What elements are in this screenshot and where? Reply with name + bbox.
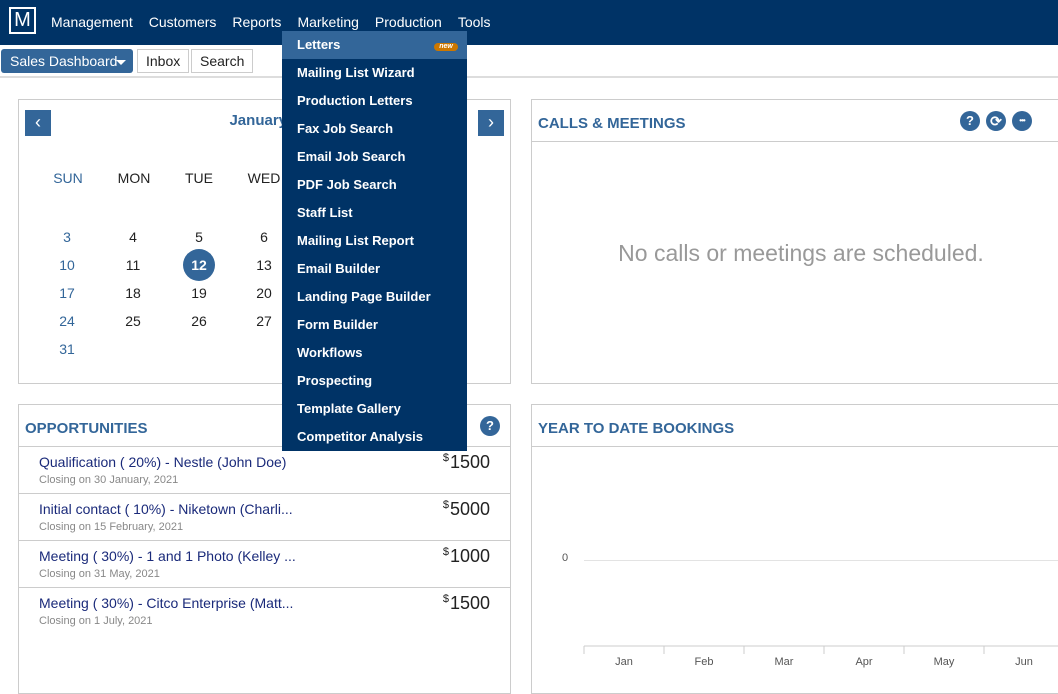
opportunity-closing: Closing on 31 May, 2021: [39, 568, 160, 580]
menu-item-workflows[interactable]: Workflows: [282, 339, 467, 367]
opportunity-closing: Closing on 30 January, 2021: [39, 474, 179, 486]
top-nav-bar: M Management Customers Reports Marketing…: [0, 0, 1058, 45]
nav-customers[interactable]: Customers: [149, 0, 217, 45]
menu-item-email-job-search[interactable]: Email Job Search: [282, 143, 467, 171]
new-badge: new: [434, 43, 458, 51]
opportunity-title[interactable]: Initial contact ( 10%) - Niketown (Charl…: [39, 501, 293, 517]
dow-mon: MON: [117, 170, 151, 186]
x-axis-tick-label: Jan: [615, 656, 633, 668]
search-button[interactable]: Search: [191, 49, 254, 73]
app-logo[interactable]: M: [9, 7, 36, 34]
opportunity-title[interactable]: Meeting ( 30%) - 1 and 1 Photo (Kelley .…: [39, 548, 296, 564]
menu-item-landing-page-builder[interactable]: Landing Page Builder: [282, 283, 467, 311]
opportunity-closing: Closing on 1 July, 2021: [39, 615, 153, 627]
calls-empty-message: No calls or meetings are scheduled.: [618, 240, 984, 266]
refresh-icon[interactable]: ⟳: [986, 111, 1006, 131]
opportunity-item[interactable]: Meeting ( 30%) - 1 and 1 Photo (Kelley .…: [19, 541, 510, 588]
x-axis-tick-label: Mar: [775, 656, 794, 668]
menu-item-staff-list[interactable]: Staff List: [282, 199, 467, 227]
menu-item-fax-job-search[interactable]: Fax Job Search: [282, 115, 467, 143]
amount-value: 5000: [449, 499, 490, 519]
menu-item-pdf-job-search[interactable]: PDF Job Search: [282, 171, 467, 199]
help-icon[interactable]: ?: [480, 416, 500, 436]
nav-management[interactable]: Management: [51, 0, 133, 45]
opportunity-closing: Closing on 15 February, 2021: [39, 521, 184, 533]
menu-item-competitor-analysis[interactable]: Competitor Analysis: [282, 423, 467, 451]
calendar-day[interactable]: 26: [183, 305, 215, 337]
menu-item-form-builder[interactable]: Form Builder: [282, 311, 467, 339]
opportunity-amount: $5000: [443, 499, 490, 520]
x-axis-tick-label: Apr: [855, 656, 872, 668]
dow-tue: TUE: [185, 170, 213, 186]
currency-symbol: $: [442, 499, 449, 511]
ytd-chart: Jan Feb Mar Apr May Jun: [583, 645, 1058, 668]
next-month-button[interactable]: ›: [478, 110, 504, 136]
amount-value: 1500: [449, 452, 490, 472]
currency-symbol: $: [442, 546, 449, 558]
calls-meetings-panel: CALLS & MEETINGS ? ⟳ ••• No calls or mee…: [531, 99, 1058, 384]
opportunities-title: OPPORTUNITIES: [25, 420, 148, 437]
opportunity-item[interactable]: Meeting ( 30%) - Citco Enterprise (Matt.…: [19, 588, 510, 635]
opportunity-title[interactable]: Qualification ( 20%) - Nestle (John Doe): [39, 454, 286, 470]
marketing-menu: Letters new Mailing List Wizard Producti…: [282, 31, 467, 451]
help-icon[interactable]: ?: [960, 111, 980, 131]
calendar-day[interactable]: 27: [248, 305, 280, 337]
calls-title: CALLS & MEETINGS: [538, 115, 686, 132]
currency-symbol: $: [442, 452, 449, 464]
x-axis-tick-label: Feb: [695, 656, 714, 668]
opportunity-title[interactable]: Meeting ( 30%) - Citco Enterprise (Matt.…: [39, 595, 293, 611]
nav-reports[interactable]: Reports: [232, 0, 281, 45]
inbox-button[interactable]: Inbox: [137, 49, 190, 73]
more-icon[interactable]: •••: [1012, 111, 1032, 131]
sales-dashboard-label: Sales Dashboard: [10, 53, 118, 69]
sales-dashboard-dropdown[interactable]: Sales Dashboard: [1, 49, 133, 73]
x-axis-tick-label: Jun: [1015, 656, 1033, 668]
menu-item-mailing-list-wizard[interactable]: Mailing List Wizard: [282, 59, 467, 87]
ytd-bookings-panel: YEAR TO DATE BOOKINGS 0 Jan Feb Mar Apr May J…: [531, 404, 1058, 694]
menu-item-mailing-list-report[interactable]: Mailing List Report: [282, 227, 467, 255]
tab-row: Sales Dashboard Inbox Search: [0, 45, 1058, 78]
menu-item-letters[interactable]: Letters new: [282, 31, 467, 59]
dow-sun: SUN: [53, 170, 83, 186]
opportunity-amount: $1000: [443, 546, 490, 567]
menu-item-production-letters[interactable]: Production Letters: [282, 87, 467, 115]
menu-item-prospecting[interactable]: Prospecting: [282, 367, 467, 395]
caret-down-icon: [116, 60, 126, 65]
amount-value: 1000: [449, 546, 490, 566]
menu-item-email-builder[interactable]: Email Builder: [282, 255, 467, 283]
opportunity-amount: $1500: [443, 452, 490, 473]
currency-symbol: $: [442, 593, 449, 605]
calls-header: CALLS & MEETINGS ? ⟳ •••: [532, 100, 1058, 142]
opportunity-item[interactable]: Qualification ( 20%) - Nestle (John Doe)…: [19, 447, 510, 494]
menu-item-template-gallery[interactable]: Template Gallery: [282, 395, 467, 423]
calendar-day[interactable]: 25: [117, 305, 149, 337]
amount-value: 1500: [449, 593, 490, 613]
opportunity-amount: $1500: [443, 593, 490, 614]
menu-item-label: Letters: [297, 37, 341, 52]
x-axis-tick-label: May: [934, 656, 955, 668]
calendar-day[interactable]: 31: [51, 333, 83, 365]
opportunity-item[interactable]: Initial contact ( 10%) - Niketown (Charl…: [19, 494, 510, 541]
